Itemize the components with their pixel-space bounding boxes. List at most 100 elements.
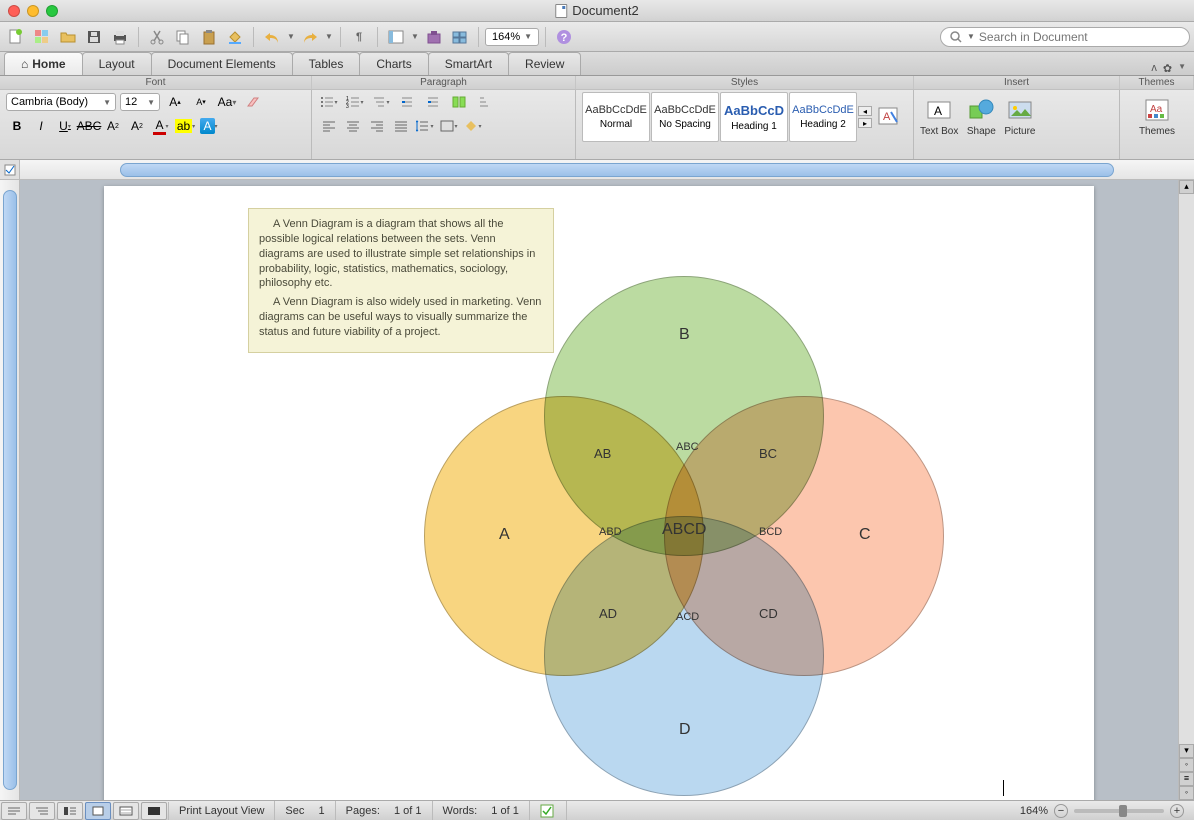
tab-smartart[interactable]: SmartArt [428, 52, 509, 75]
zoom-out-button[interactable]: − [1054, 804, 1068, 818]
search-input[interactable] [979, 30, 1181, 44]
next-page-button[interactable]: ◦ [1179, 786, 1194, 800]
numbering-button[interactable]: 123▾ [344, 92, 366, 112]
style-no-spacing[interactable]: AaBbCcDdENo Spacing [651, 92, 719, 142]
shading-button[interactable]: ▾ [462, 116, 484, 136]
align-center-button[interactable] [342, 116, 364, 136]
new-template-button[interactable] [30, 26, 54, 48]
underline-button[interactable]: U▾ [54, 116, 76, 136]
help-button[interactable]: ? [552, 26, 576, 48]
vertical-ruler[interactable] [0, 180, 20, 800]
style-heading-2[interactable]: AaBbCcDdEHeading 2 [789, 92, 857, 142]
style-normal[interactable]: AaBbCcDdENormal [582, 92, 650, 142]
subscript-button[interactable]: A2 [102, 116, 124, 136]
paste-button[interactable] [197, 26, 221, 48]
gallery-button[interactable] [448, 26, 472, 48]
view-outline-button[interactable] [29, 802, 55, 820]
tab-home[interactable]: ⌂ Home [4, 52, 83, 75]
collapse-ribbon-icon[interactable]: ʌ [1151, 62, 1157, 75]
vertical-scrollbar[interactable]: ▴ ▾ ◦ ≡ ◦ [1178, 180, 1194, 800]
font-color-button[interactable]: A▾ [150, 116, 172, 136]
format-painter-button[interactable] [223, 26, 247, 48]
change-case-button[interactable]: Aa▾ [216, 92, 238, 112]
close-window-button[interactable] [8, 5, 20, 17]
ruler-corner[interactable] [0, 160, 20, 179]
bullets-button[interactable]: ▾ [318, 92, 340, 112]
status-words[interactable]: Words: 1 of 1 [433, 801, 530, 820]
minimize-window-button[interactable] [27, 5, 39, 17]
zoom-window-button[interactable] [46, 5, 58, 17]
insert-picture-button[interactable]: Picture [1004, 96, 1035, 137]
view-notebook-button[interactable] [113, 802, 139, 820]
view-fullscreen-button[interactable] [141, 802, 167, 820]
scroll-down-button[interactable]: ▾ [1179, 744, 1194, 758]
line-spacing-button[interactable]: ▾ [414, 116, 436, 136]
status-spellcheck[interactable] [530, 801, 567, 820]
sort-button[interactable] [474, 92, 496, 112]
scroll-up-button[interactable]: ▴ [1179, 180, 1194, 194]
zoom-slider[interactable] [1074, 809, 1164, 813]
prev-page-button[interactable]: ◦ [1179, 758, 1194, 772]
tab-review[interactable]: Review [508, 52, 581, 75]
grow-font-button[interactable]: A▴ [164, 92, 186, 112]
bold-button[interactable]: B [6, 116, 28, 136]
themes-button[interactable]: Aa Themes [1126, 96, 1188, 137]
open-button[interactable] [56, 26, 80, 48]
venn-circle-d[interactable] [544, 516, 824, 796]
insert-shape-button[interactable]: Shape [966, 96, 996, 137]
undo-dropdown[interactable]: ▼ [286, 26, 296, 48]
align-left-button[interactable] [318, 116, 340, 136]
toolbox-button[interactable] [422, 26, 446, 48]
view-publishing-button[interactable] [57, 802, 83, 820]
redo-button[interactable] [298, 26, 322, 48]
shrink-font-button[interactable]: A▾ [190, 92, 212, 112]
highlight-button[interactable]: ab▾ [174, 116, 196, 136]
cut-button[interactable] [145, 26, 169, 48]
tab-charts[interactable]: Charts [359, 52, 428, 75]
styles-next-button[interactable]: ▸ [858, 118, 872, 128]
horizontal-ruler[interactable] [20, 160, 1194, 179]
align-right-button[interactable] [366, 116, 388, 136]
tab-tables[interactable]: Tables [292, 52, 361, 75]
text-effects-button[interactable]: A▾ [198, 116, 220, 136]
multilevel-button[interactable]: ▾ [370, 92, 392, 112]
copy-button[interactable] [171, 26, 195, 48]
zoom-select[interactable]: 164%▼ [485, 28, 539, 46]
borders-button[interactable]: ▾ [438, 116, 460, 136]
scroll-track[interactable] [1179, 194, 1194, 744]
font-size-select[interactable]: 12▼ [120, 93, 160, 111]
document-canvas[interactable]: A Venn Diagram is a diagram that shows a… [20, 180, 1178, 800]
redo-dropdown[interactable]: ▼ [324, 26, 334, 48]
strikethrough-button[interactable]: ABC [78, 116, 100, 136]
zoom-in-button[interactable]: + [1170, 804, 1184, 818]
save-button[interactable] [82, 26, 106, 48]
new-doc-button[interactable] [4, 26, 28, 48]
font-name-select[interactable]: Cambria (Body)▼ [6, 93, 116, 111]
tab-layout[interactable]: Layout [82, 52, 152, 75]
style-heading-1[interactable]: AaBbCcDHeading 1 [720, 92, 788, 142]
styles-prev-button[interactable]: ◂ [858, 106, 872, 116]
inc-indent-button[interactable] [422, 92, 444, 112]
clear-formatting-button[interactable] [242, 92, 264, 112]
search-box[interactable]: ▼ [940, 27, 1190, 47]
ribbon-settings-dropdown[interactable]: ▼ [1178, 62, 1186, 75]
venn-diagram[interactable]: A B C D AB BC CD AD ABC BCD ACD ABD ABCD [404, 246, 964, 800]
view-draft-button[interactable] [1, 802, 27, 820]
justify-button[interactable] [390, 116, 412, 136]
undo-button[interactable] [260, 26, 284, 48]
sidebar-button[interactable] [384, 26, 408, 48]
view-print-layout-button[interactable] [85, 802, 111, 820]
styles-pane-icon[interactable]: A [877, 106, 901, 128]
show-formatting-button[interactable]: ¶ [347, 26, 371, 48]
text-direction-button[interactable] [448, 92, 470, 112]
superscript-button[interactable]: A2 [126, 116, 148, 136]
ribbon-settings-icon[interactable]: ✿ [1163, 62, 1172, 75]
print-button[interactable] [108, 26, 132, 48]
browse-object-button[interactable]: ≡ [1179, 772, 1194, 786]
sidebar-dropdown[interactable]: ▼ [410, 26, 420, 48]
page[interactable]: A Venn Diagram is a diagram that shows a… [104, 186, 1094, 800]
insert-textbox-button[interactable]: A Text Box [920, 96, 958, 137]
tab-document-elements[interactable]: Document Elements [151, 52, 293, 75]
dec-indent-button[interactable] [396, 92, 418, 112]
italic-button[interactable]: I [30, 116, 52, 136]
